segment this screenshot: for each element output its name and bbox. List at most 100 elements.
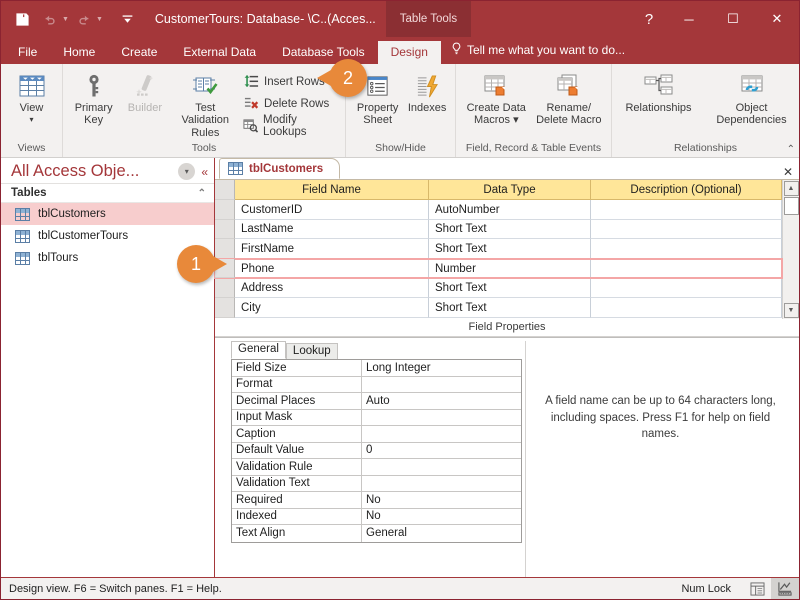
minimize-button[interactable]: ─	[667, 1, 711, 37]
property-value[interactable]	[362, 476, 521, 492]
property-row[interactable]: Field Size Long Integer	[232, 360, 521, 377]
scrollbar-thumb[interactable]	[783, 197, 799, 215]
property-row[interactable]: Validation Text	[232, 475, 521, 492]
builder-button[interactable]: Builder	[119, 67, 170, 114]
property-value[interactable]	[362, 426, 521, 443]
property-value[interactable]: General	[362, 525, 521, 542]
cell-data-type[interactable]: Short Text	[429, 219, 591, 240]
property-row[interactable]: Indexed No	[232, 508, 521, 525]
cell-description[interactable]	[591, 258, 782, 279]
chevron-up-icon[interactable]: ⌃	[198, 188, 206, 199]
cell-field-name[interactable]: LastName	[235, 219, 429, 240]
table-row[interactable]: City Short Text	[215, 297, 782, 318]
tab-home[interactable]: Home	[50, 41, 108, 64]
create-data-macros-label-2[interactable]: Macros ▾	[474, 114, 519, 126]
cell-description[interactable]	[591, 239, 782, 259]
cell-field-name[interactable]: Address	[235, 278, 429, 298]
property-value[interactable]	[362, 459, 521, 476]
cell-data-type[interactable]: Short Text	[429, 297, 591, 318]
customize-quick-access-icon[interactable]	[115, 6, 141, 32]
indexes-button[interactable]: Indexes	[404, 67, 450, 114]
property-value[interactable]	[362, 377, 521, 393]
primary-key-button[interactable]: Primary Key	[68, 67, 119, 127]
tab-database-tools[interactable]: Database Tools	[269, 41, 378, 64]
navigation-pane-dropdown-icon[interactable]: ▾	[178, 163, 196, 180]
close-button[interactable]: ✕	[755, 1, 799, 37]
scroll-up-icon[interactable]: ▲	[783, 181, 799, 196]
datasheet-view-icon[interactable]	[743, 578, 771, 599]
relationships-button[interactable]: Relationships	[620, 67, 698, 114]
modify-lookups-button[interactable]: Modify Lookups	[240, 114, 340, 138]
property-row[interactable]: Caption	[232, 426, 521, 443]
view-button[interactable]: View ▾	[6, 67, 57, 127]
property-row[interactable]: Format	[232, 376, 521, 393]
table-row[interactable]: Address Short Text	[215, 278, 782, 298]
sidebar-item-tblcustomers[interactable]: tblCustomers	[1, 203, 214, 225]
property-value[interactable]: Auto	[362, 393, 521, 410]
property-row[interactable]: Input Mask	[232, 409, 521, 426]
cell-field-name[interactable]: Phone	[235, 258, 429, 279]
sidebar-item-tblcustomertours[interactable]: tblCustomerTours	[1, 225, 214, 247]
undo-icon[interactable]	[37, 6, 63, 32]
property-value[interactable]: Long Integer	[362, 360, 521, 377]
cell-field-name[interactable]: FirstName	[235, 239, 429, 259]
row-selector[interactable]	[215, 200, 235, 220]
scroll-down-icon[interactable]: ▼	[783, 303, 799, 318]
property-row[interactable]: Required No	[232, 492, 521, 509]
create-data-macros-button[interactable]: Create Data Macros ▾	[461, 67, 532, 127]
property-value[interactable]: No	[362, 492, 521, 509]
property-value[interactable]	[362, 410, 521, 426]
cell-description[interactable]	[591, 297, 782, 318]
tab-external-data[interactable]: External Data	[170, 41, 269, 64]
table-row[interactable]: CustomerID AutoNumber	[215, 200, 782, 220]
undo-dropdown-caret[interactable]: ▼	[62, 16, 69, 23]
property-row[interactable]: Default Value 0	[232, 442, 521, 459]
tab-create[interactable]: Create	[108, 41, 170, 64]
row-selector[interactable]	[215, 297, 235, 318]
column-header-description[interactable]: Description (Optional)	[591, 180, 782, 200]
view-button-dropdown-caret[interactable]: ▾	[29, 114, 33, 127]
cell-field-name[interactable]: City	[235, 297, 429, 318]
design-view-icon[interactable]	[771, 578, 799, 599]
property-value[interactable]: 0	[362, 443, 521, 459]
tab-lookup[interactable]: Lookup	[285, 343, 338, 359]
document-tab-tblcustomers[interactable]: tblCustomers	[219, 158, 341, 179]
cell-data-type[interactable]: AutoNumber	[429, 200, 591, 220]
grid-corner-selector[interactable]	[215, 180, 235, 200]
property-row[interactable]: Text Align General	[232, 525, 521, 542]
cell-data-type[interactable]: Short Text	[429, 239, 591, 259]
property-row[interactable]: Validation Rule	[232, 459, 521, 476]
property-row[interactable]: Decimal Places Auto	[232, 393, 521, 410]
property-value[interactable]: No	[362, 509, 521, 525]
tab-design[interactable]: Design	[377, 41, 441, 64]
tab-file[interactable]: File	[5, 41, 50, 64]
test-validation-rules-button[interactable]: Test Validation Rules	[171, 67, 241, 139]
redo-dropdown-caret[interactable]: ▼	[96, 16, 103, 23]
collapse-ribbon-button[interactable]: ⌃	[787, 144, 795, 155]
redo-icon[interactable]	[71, 6, 97, 32]
object-dependencies-button[interactable]: Object Dependencies	[712, 67, 792, 127]
tab-general[interactable]: General	[231, 341, 286, 359]
row-selector[interactable]	[215, 219, 235, 240]
rename-delete-macro-button[interactable]: Rename/ Delete Macro	[532, 67, 606, 127]
table-row[interactable]: FirstName Short Text	[215, 239, 782, 259]
design-grid-scrollbar[interactable]: ▲ ▼	[782, 180, 799, 319]
cell-data-type[interactable]: Number	[429, 258, 591, 279]
delete-rows-button[interactable]: Delete Rows	[240, 93, 340, 114]
cell-description[interactable]	[591, 200, 782, 220]
help-button[interactable]: ?	[631, 1, 667, 37]
navigation-group-tables[interactable]: Tables ⌃	[1, 184, 214, 203]
table-row[interactable]: LastName Short Text	[215, 219, 782, 240]
cell-description[interactable]	[591, 219, 782, 240]
cell-data-type[interactable]: Short Text	[429, 278, 591, 298]
restore-button[interactable]: ☐	[711, 1, 755, 37]
close-document-icon[interactable]: ✕	[783, 165, 793, 179]
tell-me-box[interactable]: Tell me what you want to do...	[441, 37, 635, 64]
row-selector[interactable]	[215, 278, 235, 298]
navigation-pane-collapse-icon[interactable]: «	[201, 165, 208, 179]
cell-field-name[interactable]: CustomerID	[235, 200, 429, 220]
cell-description[interactable]	[591, 278, 782, 298]
save-icon[interactable]	[9, 6, 35, 32]
column-header-data-type[interactable]: Data Type	[429, 180, 591, 200]
table-row-current-phone[interactable]: Phone Number	[208, 257, 783, 280]
